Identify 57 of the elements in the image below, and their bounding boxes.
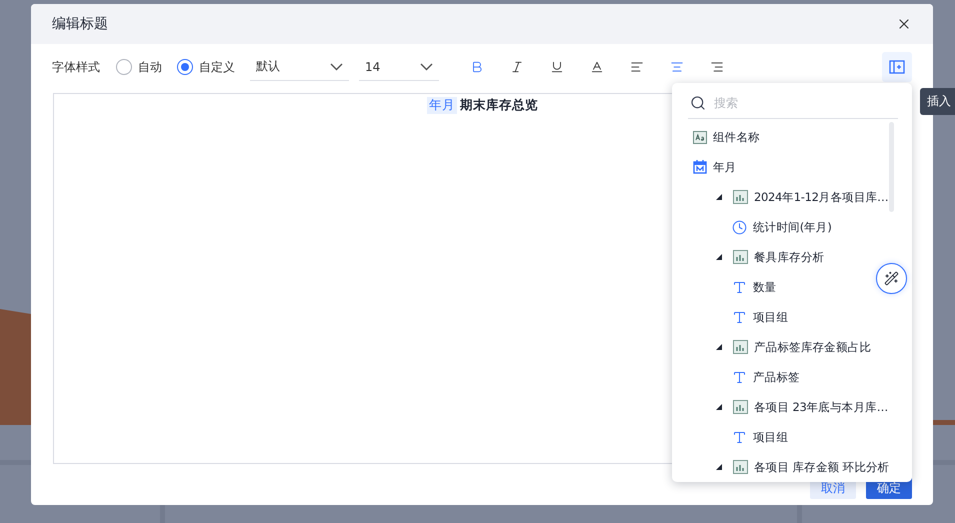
menu-item[interactable]: 餐具库存分析 [688, 242, 898, 272]
menu-item[interactable]: 数量 [688, 272, 898, 302]
select-value: 14 [365, 60, 380, 74]
search-icon [690, 95, 706, 111]
menu-item[interactable]: 年月 [688, 152, 898, 182]
magic-wand-icon [884, 271, 899, 286]
align-left-icon [630, 60, 644, 74]
radio-circle-icon[interactable] [116, 59, 132, 75]
dialog-title: 编辑标题 [52, 15, 108, 33]
menu-item[interactable]: 组件名称 [688, 122, 898, 152]
radio-option[interactable]: 自动 [116, 58, 162, 76]
menu-item[interactable]: 各项目 23年底与本月库… [688, 392, 898, 422]
calendar-icon [693, 160, 707, 174]
chart-icon [733, 460, 748, 474]
text-field-icon [732, 430, 747, 444]
text-field-icon [732, 370, 747, 384]
radio-label: 自定义 [199, 58, 235, 76]
chart-icon [733, 190, 748, 204]
chart-icon [733, 340, 748, 354]
font-style-label: 字体样式 [52, 58, 100, 76]
magic-wand-button[interactable] [876, 263, 907, 294]
insert-field-button[interactable] [882, 52, 912, 82]
expanded-caret-icon[interactable] [716, 194, 722, 200]
radio-option[interactable]: 自定义 [177, 58, 235, 76]
tooltip: 插入 [920, 88, 955, 115]
insert-panel-icon [889, 60, 905, 74]
dropdown-select[interactable]: 14 [359, 53, 439, 81]
chart-icon [733, 250, 748, 264]
text-field-icon [732, 310, 747, 324]
text-style-icon [693, 130, 707, 144]
menu-item[interactable]: 项目组 [688, 422, 898, 452]
dropdown-select[interactable]: 默认 [250, 53, 349, 81]
bold-icon [470, 60, 484, 74]
align-right-icon [710, 60, 724, 74]
text-field-icon [732, 280, 747, 294]
radio-circle-icon[interactable] [177, 59, 193, 75]
menu-item[interactable]: 2024年1-12月各项目库… [688, 182, 898, 212]
clock-icon [732, 220, 747, 234]
expanded-caret-icon[interactable] [716, 344, 722, 350]
font-color-icon [590, 60, 604, 74]
title-text: 期末库存总览 [460, 97, 538, 114]
chevron-down-icon [330, 62, 343, 70]
align-center-icon [670, 60, 684, 74]
select-value: 默认 [256, 58, 280, 75]
expanded-caret-icon[interactable] [716, 464, 722, 470]
italic-icon [510, 60, 524, 74]
expanded-caret-icon[interactable] [716, 404, 722, 410]
radio-label: 自动 [138, 58, 162, 76]
menu-item[interactable]: 产品标签库存金额占比 [688, 332, 898, 362]
menu-item[interactable]: 产品标签 [688, 362, 898, 392]
underline-icon [550, 60, 564, 74]
chart-icon [733, 400, 748, 414]
menu-item[interactable]: 统计时间(年月) [688, 212, 898, 242]
expanded-caret-icon[interactable] [716, 254, 722, 260]
field-tag[interactable]: 年月 [427, 97, 457, 114]
menu-item[interactable]: 项目组 [688, 302, 898, 332]
chevron-down-icon [420, 62, 433, 70]
